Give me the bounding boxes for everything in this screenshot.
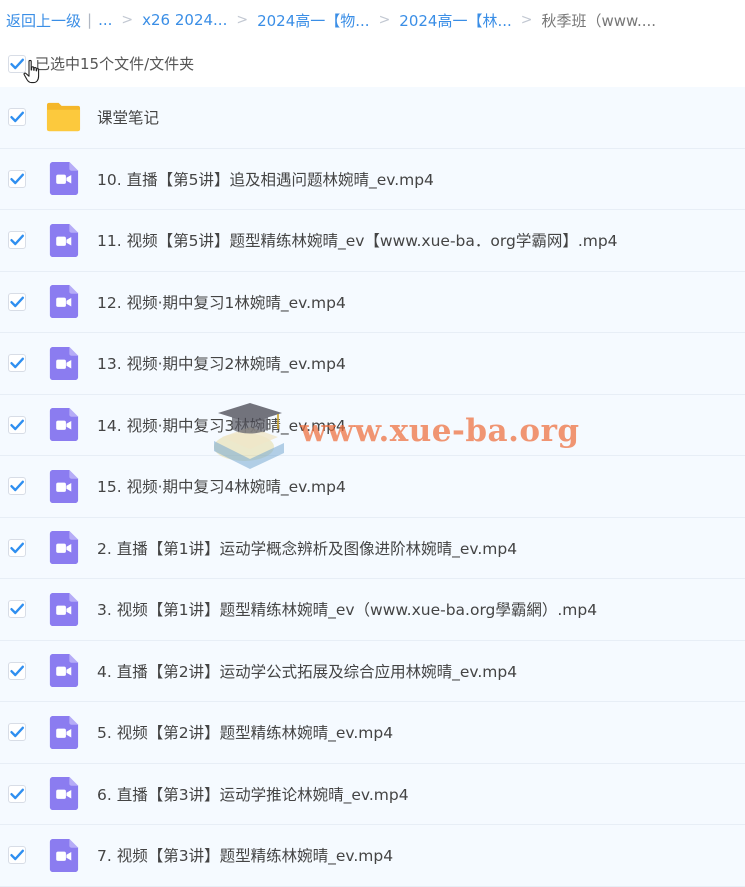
- breadcrumb-separator: >: [236, 12, 249, 28]
- video-file-icon: [49, 654, 79, 688]
- file-name[interactable]: 6. 直播【第3讲】运动学推论林婉晴_ev.mp4: [97, 783, 409, 805]
- row-checkbox[interactable]: [8, 415, 26, 434]
- file-row[interactable]: 15. 视频·期中复习4林婉晴_ev.mp4: [0, 456, 745, 518]
- breadcrumb-divider: |: [87, 11, 93, 29]
- row-checkbox[interactable]: [8, 477, 26, 496]
- file-name[interactable]: 14. 视频·期中复习3林婉晴_ev.mp4: [97, 414, 346, 436]
- file-name[interactable]: 12. 视频·期中复习1林婉晴_ev.mp4: [97, 291, 346, 313]
- row-checkbox[interactable]: [8, 292, 26, 311]
- video-file-icon: [49, 592, 79, 626]
- file-list: 课堂笔记 10. 直播【第5讲】追及相遇问题林婉晴_ev.mp4 11. 视频【第5…: [0, 87, 745, 887]
- row-checkbox[interactable]: [8, 108, 26, 127]
- selection-count: 已选中15个文件/文件夹: [35, 55, 195, 73]
- check-icon: [10, 419, 24, 430]
- file-row[interactable]: 5. 视频【第2讲】题型精练林婉晴_ev.mp4: [0, 702, 745, 764]
- check-icon: [10, 603, 24, 615]
- check-icon: [10, 542, 24, 553]
- hand-pointer-icon: [23, 59, 40, 84]
- row-checkbox[interactable]: [8, 354, 26, 373]
- file-row[interactable]: 4. 直播【第2讲】运动学公式拓展及综合应用林婉晴_ev.mp4: [0, 640, 745, 702]
- row-checkbox[interactable]: [8, 661, 26, 680]
- file-row[interactable]: 6. 直播【第3讲】运动学推论林婉晴_ev.mp4: [0, 763, 745, 825]
- breadcrumb-separator: >: [378, 12, 391, 28]
- file-row[interactable]: 13. 视频·期中复习2林婉晴_ev.mp4: [0, 333, 745, 395]
- row-checkbox[interactable]: [8, 846, 26, 865]
- video-file-icon: [49, 715, 79, 749]
- file-row[interactable]: 12. 视频·期中复习1林婉晴_ev.mp4: [0, 271, 745, 333]
- check-icon: [10, 788, 24, 799]
- selection-bar: 已选中15个文件/文件夹: [0, 40, 745, 87]
- file-name[interactable]: 4. 直播【第2讲】运动学公式拓展及综合应用林婉晴_ev.mp4: [97, 660, 517, 682]
- video-file-icon: [49, 162, 79, 196]
- video-file-icon: [49, 223, 79, 257]
- check-icon: [10, 296, 24, 307]
- breadcrumb-ellipsis[interactable]: ...: [98, 11, 112, 29]
- folder-row[interactable]: 课堂笔记: [0, 87, 745, 149]
- row-checkbox[interactable]: [8, 169, 26, 188]
- breadcrumb-separator: >: [121, 12, 134, 28]
- file-row[interactable]: 10. 直播【第5讲】追及相遇问题林婉晴_ev.mp4: [0, 148, 745, 210]
- check-icon: [10, 849, 24, 861]
- check-icon: [10, 726, 24, 738]
- file-name[interactable]: 13. 视频·期中复习2林婉晴_ev.mp4: [97, 352, 346, 374]
- file-row[interactable]: 14. 视频·期中复习3林婉晴_ev.mp4: [0, 394, 745, 456]
- check-icon: [10, 480, 24, 492]
- file-name[interactable]: 7. 视频【第3讲】题型精练林婉晴_ev.mp4: [97, 844, 393, 866]
- row-checkbox[interactable]: [8, 231, 26, 250]
- back-link[interactable]: 返回上一级: [6, 10, 81, 31]
- video-file-icon: [49, 408, 79, 442]
- file-row[interactable]: 11. 视频【第5讲】题型精练林婉晴_ev【www.xue-ba．org学霸网】…: [0, 210, 745, 272]
- check-icon: [10, 234, 24, 246]
- row-checkbox[interactable]: [8, 538, 26, 557]
- row-checkbox[interactable]: [8, 784, 26, 803]
- breadcrumb-item-x26[interactable]: x26 2024...: [142, 11, 227, 29]
- video-file-icon: [49, 346, 79, 380]
- row-checkbox[interactable]: [8, 600, 26, 619]
- check-icon: [10, 357, 24, 369]
- file-name[interactable]: 5. 视频【第2讲】题型精练林婉晴_ev.mp4: [97, 721, 393, 743]
- check-icon: [10, 111, 24, 123]
- check-icon: [10, 665, 24, 676]
- video-file-icon: [49, 531, 79, 565]
- breadcrumb-separator: >: [520, 12, 533, 28]
- row-checkbox[interactable]: [8, 723, 26, 742]
- file-row[interactable]: 7. 视频【第3讲】题型精练林婉晴_ev.mp4: [0, 825, 745, 887]
- file-name[interactable]: 15. 视频·期中复习4林婉晴_ev.mp4: [97, 475, 346, 497]
- folder-icon: [46, 102, 81, 131]
- file-name[interactable]: 11. 视频【第5讲】题型精练林婉晴_ev【www.xue-ba．org学霸网】…: [97, 229, 618, 251]
- file-name[interactable]: 2. 直播【第1讲】运动学概念辨析及图像进阶林婉晴_ev.mp4: [97, 537, 517, 559]
- file-name[interactable]: 3. 视频【第1讲】题型精练林婉晴_ev（www.xue-ba.org學霸網）.…: [97, 598, 597, 620]
- video-file-icon: [49, 469, 79, 503]
- video-file-icon: [49, 285, 79, 319]
- breadcrumb-current: 秋季班（www....: [541, 11, 657, 30]
- file-row[interactable]: 2. 直播【第1讲】运动学概念辨析及图像进阶林婉晴_ev.mp4: [0, 517, 745, 579]
- check-icon: [10, 173, 24, 184]
- video-file-icon: [49, 777, 79, 811]
- breadcrumb: 返回上一级 | ... > x26 2024... > 2024高一【物... …: [0, 0, 745, 40]
- breadcrumb-item-physics[interactable]: 2024高一【物...: [257, 10, 369, 31]
- file-row[interactable]: 3. 视频【第1讲】题型精练林婉晴_ev（www.xue-ba.org學霸網）.…: [0, 579, 745, 641]
- breadcrumb-item-lin[interactable]: 2024高一【林...: [399, 10, 511, 31]
- file-name[interactable]: 课堂笔记: [97, 106, 159, 128]
- file-name[interactable]: 10. 直播【第5讲】追及相遇问题林婉晴_ev.mp4: [97, 168, 434, 190]
